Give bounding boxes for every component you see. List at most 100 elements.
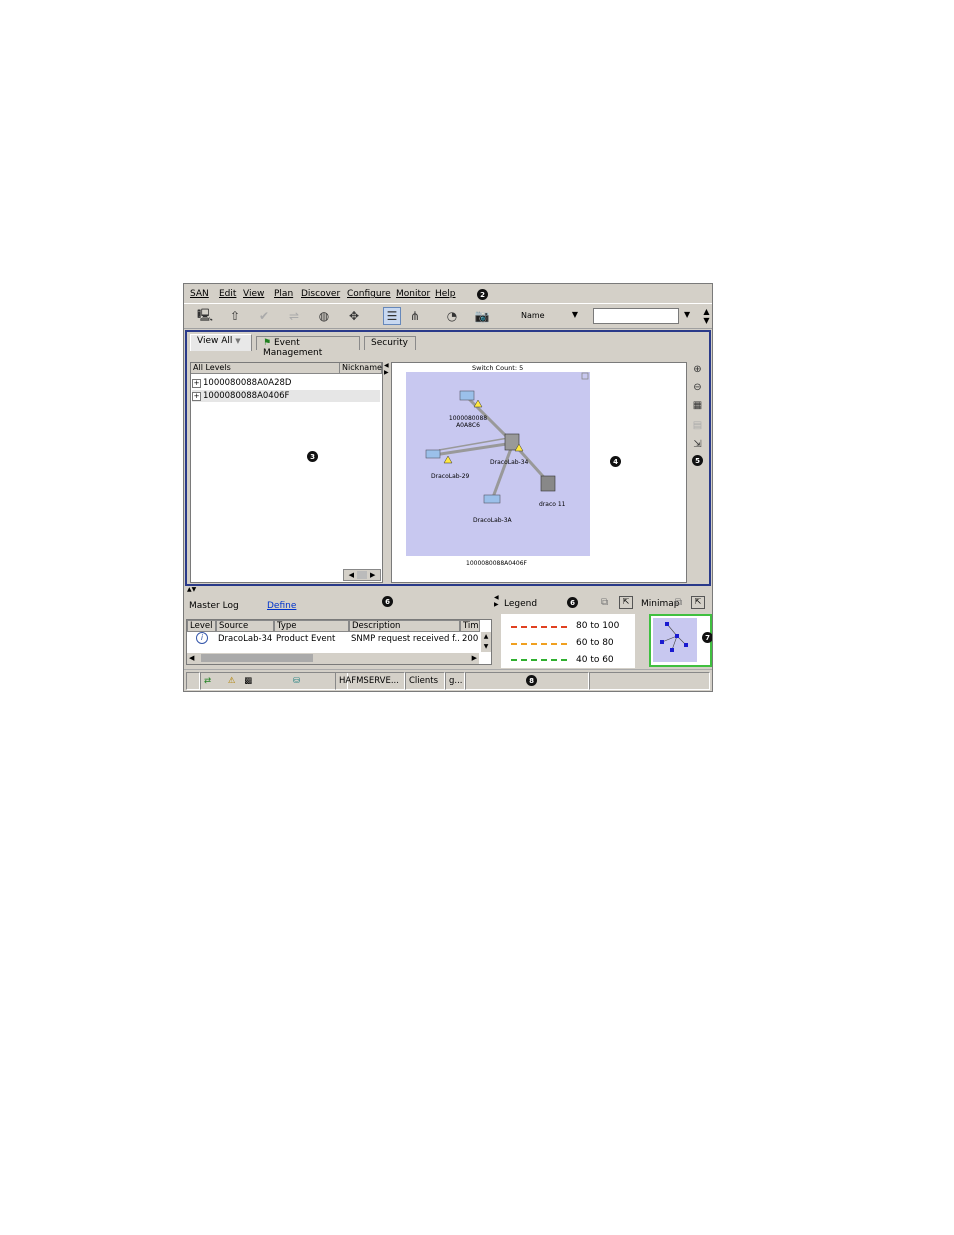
snapshot-button[interactable]: 📷: [473, 307, 491, 325]
undock-icon[interactable]: ⇱: [691, 596, 705, 609]
callout-marker-5: 5: [692, 455, 703, 466]
tree-row-label: 1000080088A0A28D: [203, 378, 292, 388]
expand-icon[interactable]: +: [192, 391, 201, 401]
column-header-level[interactable]: Level: [187, 620, 216, 632]
move-icon: ✥: [348, 309, 360, 323]
horizontal-splitter[interactable]: ▲▼: [187, 586, 196, 593]
switch-node[interactable]: [483, 494, 501, 504]
arrow-down-icon: ▼: [483, 643, 489, 650]
column-header-type[interactable]: Type: [274, 620, 349, 632]
menu-monitor[interactable]: Monitor: [396, 289, 430, 299]
scroll-thumb[interactable]: [200, 654, 313, 662]
connection-icon[interactable]: ⇄: [204, 676, 211, 686]
log-vertical-scrollbar[interactable]: ▲ ▼: [481, 632, 491, 652]
server-icon[interactable]: ⛁: [293, 676, 300, 686]
master-log-title: Master Log: [189, 601, 239, 611]
status-icons-cell: ⇄ ⚠ ▩ ⛁: [200, 672, 348, 690]
switch-node[interactable]: [540, 475, 556, 492]
legend-box: 80 to 100 60 to 80 40 to 60: [501, 614, 635, 668]
column-header-source[interactable]: Source: [216, 620, 274, 632]
tab-security[interactable]: Security: [364, 336, 416, 350]
network-icon: ⋔: [409, 309, 421, 323]
minimap-viewport[interactable]: 7: [649, 614, 712, 667]
dock-icon[interactable]: ⧉: [675, 597, 687, 609]
table-row[interactable]: i DracoLab-34 Product Event SNMP request…: [187, 632, 480, 645]
vertical-splitter[interactable]: ◀ ▶: [384, 362, 390, 583]
legend-swatch-red: [511, 626, 567, 628]
menu-view[interactable]: View: [243, 289, 264, 299]
column-header-description[interactable]: Description: [349, 620, 460, 632]
alert-icon[interactable]: ⚠: [228, 676, 236, 686]
zoom-out-icon[interactable]: ⊖: [691, 382, 704, 395]
search-input[interactable]: [593, 308, 679, 324]
move-button[interactable]: ✥: [345, 307, 363, 325]
product-tree-panel: All Levels Nickname + 1000080088A0A28D +…: [190, 362, 383, 583]
menu-plan[interactable]: Plan: [274, 289, 293, 299]
search-type-select[interactable]: Name ▼: [518, 308, 582, 324]
menu-edit[interactable]: Edit: [219, 289, 236, 299]
search-dropdown-button[interactable]: ▼: [681, 308, 697, 324]
list-icon: ☰: [386, 309, 398, 323]
share-icon: ⇌: [288, 309, 300, 323]
define-link[interactable]: Define: [267, 601, 296, 611]
status-g: g...: [445, 672, 465, 690]
callout-marker-4: 4: [610, 456, 621, 467]
legend-swatch-orange: [511, 643, 567, 645]
application-window: SAN Edit View Plan Discover Configure Mo…: [183, 283, 713, 692]
scroll-thumb[interactable]: [357, 571, 367, 579]
chevron-down-icon: ▼: [235, 337, 241, 345]
log-time: 200: [462, 634, 479, 644]
export-button[interactable]: ⇧: [226, 307, 244, 325]
tree-row[interactable]: + 1000080088A0406F: [192, 390, 380, 402]
master-log-panel: Master Log Define 6 Level Source Type De…: [186, 594, 492, 669]
callout-marker-6b: 6: [567, 597, 578, 608]
node-label: DracoLab-34: [490, 459, 529, 466]
grid-icon[interactable]: ▩: [244, 676, 252, 686]
check-icon: ✔: [258, 309, 270, 323]
tree-view-button[interactable]: ☰: [383, 307, 401, 325]
tree-row[interactable]: + 1000080088A0A28D: [192, 377, 380, 389]
status-blank-cell: [186, 672, 200, 690]
arrow-right-icon: ▶: [370, 571, 376, 579]
flag-icon: ⚑: [263, 338, 272, 348]
performance-button[interactable]: ◔: [443, 307, 461, 325]
disabled-view-icon[interactable]: ▤: [691, 420, 704, 433]
callout-marker-2: 2: [477, 289, 488, 300]
menu-san[interactable]: SAN: [190, 289, 209, 299]
zoom-in-icon[interactable]: ⊕: [691, 364, 704, 377]
column-header-all-levels[interactable]: All Levels: [191, 363, 340, 374]
lower-splitter[interactable]: ◀ ▶: [494, 594, 500, 654]
arrow-right-icon: ▶: [494, 601, 499, 608]
menu-help[interactable]: Help: [435, 289, 456, 299]
menu-configure[interactable]: Configure: [347, 289, 391, 299]
gauge-icon: ◔: [446, 309, 458, 323]
node-label: 1000080088 A0A8C6: [448, 415, 488, 429]
expand-icon[interactable]: +: [192, 378, 201, 388]
topology-panel: Switch Count: 5 1000080088 A0A8C6 DracoL…: [391, 362, 687, 583]
topology-layout-button[interactable]: ⋔: [406, 307, 424, 325]
fit-to-window-icon[interactable]: ▦: [691, 400, 704, 413]
chevron-down-icon: ▼: [684, 310, 691, 319]
discover-setup-button[interactable]: 🖳: [196, 307, 214, 325]
zoning-button[interactable]: ◍: [315, 307, 333, 325]
tab-view-all-label: View All: [197, 336, 233, 346]
undock-icon[interactable]: ⇱: [619, 596, 633, 609]
tab-view-all[interactable]: View All ▼: [190, 334, 252, 351]
legend-panel: Legend 6 ⧉ ⇱ 80 to 100 60 to 80 40 to 60: [501, 594, 636, 669]
tree-scroll-controls[interactable]: ◀ ▶: [343, 569, 381, 581]
computer-icon: 🖳: [196, 307, 213, 322]
share-button[interactable]: ⇌: [285, 307, 303, 325]
node-label: DracoLab-3A: [473, 517, 512, 524]
resize-icon[interactable]: ⇲: [691, 439, 704, 452]
dock-icon[interactable]: ⧉: [601, 597, 614, 609]
arrow-left-icon: ◀: [348, 571, 354, 579]
column-header-nickname[interactable]: Nickname: [340, 363, 382, 374]
info-icon: i: [196, 632, 208, 644]
status-extra: [589, 672, 710, 690]
tab-event-management[interactable]: ⚑ Event Management: [256, 336, 360, 358]
log-horizontal-scrollbar[interactable]: ◀ ▶: [187, 653, 479, 664]
menu-discover[interactable]: Discover: [301, 289, 340, 299]
column-header-time[interactable]: Tim: [460, 620, 480, 632]
toolbar-scroll-arrows[interactable]: ▲ ▼: [702, 307, 711, 327]
properties-button[interactable]: ✔: [255, 307, 273, 325]
